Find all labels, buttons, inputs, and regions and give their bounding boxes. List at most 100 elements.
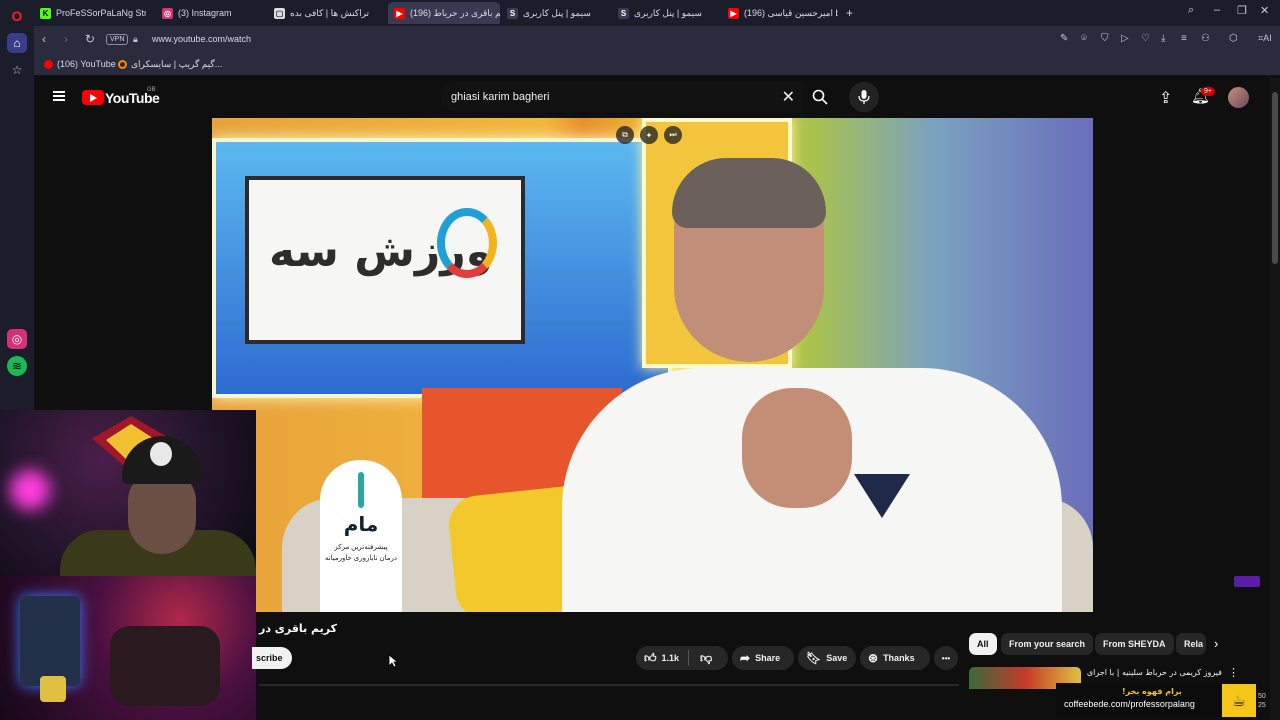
download-icon[interactable]: ⤓ bbox=[1161, 33, 1165, 44]
save-button[interactable]: 🔖︎ Save bbox=[798, 646, 856, 670]
search-button[interactable] bbox=[803, 82, 837, 112]
hamburger-menu-icon[interactable] bbox=[53, 91, 65, 101]
clock-line: 25 bbox=[1258, 702, 1266, 709]
back-icon[interactable]: ‹ bbox=[42, 32, 46, 46]
star-icon[interactable]: ☆ bbox=[7, 60, 27, 80]
spotify-icon[interactable]: ≋ bbox=[7, 356, 27, 376]
coffee-cup-icon: ☕︎ bbox=[1222, 684, 1256, 717]
profile-icon[interactable]: ⚇ bbox=[1201, 33, 1210, 44]
chip-from-your-search[interactable]: From your search bbox=[1001, 633, 1094, 655]
chevron-right-icon[interactable]: › bbox=[1214, 636, 1218, 651]
close-icon[interactable]: ✕ bbox=[1260, 4, 1269, 17]
reload-icon[interactable]: ↻ bbox=[85, 32, 95, 46]
thumbs-down-icon[interactable]: 👎︎ bbox=[700, 651, 712, 666]
miniplayer-icon[interactable]: ⧉ bbox=[616, 126, 634, 144]
sponsor-subtitle-line2: درمان ناباروری خاورمیانه bbox=[324, 555, 398, 562]
opera-logo-icon[interactable]: O bbox=[7, 6, 27, 26]
tab-label: سیمو | پنل کاربری bbox=[634, 7, 702, 18]
forward-icon[interactable]: › bbox=[64, 32, 68, 46]
youtube-icon bbox=[44, 59, 53, 69]
tab-simo-2[interactable]: S سیمو | پنل کاربری bbox=[612, 2, 722, 24]
menu-icon[interactable]: ≡ bbox=[1181, 33, 1187, 44]
sparkle-icon[interactable]: ✦ bbox=[640, 126, 658, 144]
tab-label: (196) امیرحسین قیاسی be bbox=[744, 7, 838, 18]
webcam-face bbox=[0, 410, 256, 576]
youtube-header: YouTube GB ghiasi karim bagheri ✕ ⇪ 🔔︎ 9… bbox=[34, 78, 1280, 118]
streamer-back bbox=[110, 626, 220, 706]
like-count[interactable]: 1.1k bbox=[662, 653, 680, 663]
chip-from-sheyda[interactable]: From SHEYDA bbox=[1095, 633, 1174, 655]
system-clock: 50 25 bbox=[1258, 692, 1266, 710]
maximize-icon[interactable]: ❐ bbox=[1237, 4, 1247, 17]
bookmark-label: (106) YouTube bbox=[57, 59, 116, 69]
scrollbar-thumb[interactable] bbox=[1272, 92, 1278, 264]
tab-bar: K ProFeSSorPaLaNg Stream ◎ (3) Instagram… bbox=[34, 0, 1280, 26]
desk-item bbox=[40, 676, 66, 702]
tab-label: (3) Instagram bbox=[178, 8, 232, 18]
webcam-room bbox=[0, 576, 256, 720]
edit-icon[interactable]: ✎ bbox=[1060, 33, 1068, 44]
shield-icon[interactable]: ⛉ bbox=[1101, 33, 1109, 44]
tab-youtube-active[interactable]: ▶ (196) کریم باقری در حرباط bbox=[388, 2, 500, 24]
super-thanks-icon: ⊛ bbox=[868, 651, 879, 665]
recommendation-title[interactable]: فیروز کریمی در حرباط سلینیه | با اجرای bbox=[1086, 668, 1222, 677]
tab-simo-1[interactable]: S سیمو | پنل کاربری bbox=[501, 2, 611, 24]
sponsor-title: مام bbox=[343, 512, 379, 536]
tab-coffeebede[interactable]: ▢ تراکنش ها | کافی بده bbox=[268, 2, 386, 24]
more-vert-icon[interactable]: ⋮ bbox=[1228, 666, 1239, 679]
minimize-icon[interactable]: – bbox=[1214, 4, 1220, 16]
monitor-glow bbox=[20, 596, 80, 686]
skip-icon[interactable]: ⏭ bbox=[664, 126, 682, 144]
thanks-label: Thanks bbox=[883, 653, 915, 663]
vpn-badge[interactable]: VPN bbox=[106, 34, 129, 45]
cube-icon[interactable]: ⬡ bbox=[1229, 33, 1238, 44]
kick-icon: K bbox=[40, 7, 51, 19]
play-icon[interactable]: ▷ bbox=[1121, 33, 1129, 44]
aria-ai-button[interactable]: ⌗AI bbox=[1258, 33, 1272, 44]
pink-light bbox=[10, 470, 50, 510]
youtube-logo-icon[interactable] bbox=[82, 90, 104, 105]
lock-icon[interactable]: 🔒︎ bbox=[133, 34, 138, 45]
tab-youtube-2[interactable]: ▶ (196) امیرحسین قیاسی be bbox=[722, 2, 838, 24]
upload-icon[interactable]: ⇪ bbox=[1159, 88, 1172, 108]
streamer-face bbox=[128, 472, 196, 554]
subscribe-button[interactable]: scribe bbox=[252, 647, 292, 669]
tab-kick[interactable]: K ProFeSSorPaLaNg Stream bbox=[34, 2, 146, 24]
thumbs-up-icon[interactable]: 👍︎ bbox=[644, 651, 657, 666]
share-button[interactable]: ➦ Share bbox=[732, 646, 794, 670]
thanks-button[interactable]: ⊛ Thanks bbox=[860, 646, 930, 670]
bookmark-icon: 🔖︎ bbox=[806, 651, 822, 665]
new-tab-button[interactable]: + bbox=[840, 2, 856, 24]
clear-search-icon[interactable]: ✕ bbox=[782, 87, 795, 107]
heart-icon[interactable]: ♡ bbox=[1141, 33, 1150, 44]
search-tabs-icon[interactable]: ⌕ bbox=[1188, 4, 1194, 17]
camera-icon[interactable]: ⌾ bbox=[1081, 33, 1087, 44]
avatar[interactable] bbox=[1228, 87, 1249, 108]
home-icon[interactable]: ⌂ bbox=[7, 33, 27, 53]
divider bbox=[688, 650, 689, 666]
video-player[interactable]: ورزش سه مام پیشرفته‌ترین مرکز درمان نابا… bbox=[212, 118, 1093, 612]
donation-url: coffeebede.com/professorpalang bbox=[1064, 699, 1195, 709]
tab-label: سیمو | پنل کاربری bbox=[523, 7, 591, 18]
varzesh-3-sign: ورزش سه bbox=[245, 176, 525, 344]
save-label: Save bbox=[826, 653, 848, 663]
microphone-icon bbox=[858, 90, 870, 104]
search-input[interactable]: ghiasi karim bagheri bbox=[451, 91, 549, 103]
skull-icon bbox=[150, 442, 172, 466]
country-code: GB bbox=[147, 87, 156, 93]
voice-search-button[interactable] bbox=[849, 82, 879, 112]
simo-icon: S bbox=[618, 7, 629, 19]
bookmark-gamegrip[interactable]: گیم گریپ | سایسکرای... bbox=[118, 59, 222, 70]
instagram-icon[interactable]: ◎ bbox=[7, 329, 27, 349]
more-actions-button[interactable]: ••• bbox=[934, 646, 958, 670]
stream-marker bbox=[1234, 576, 1260, 587]
search-box[interactable]: ghiasi karim bagheri ✕ bbox=[441, 82, 803, 112]
url-field[interactable]: www.youtube.com/watch bbox=[152, 34, 251, 44]
youtube-icon: ▶ bbox=[394, 7, 405, 19]
tab-instagram[interactable]: ◎ (3) Instagram bbox=[156, 2, 268, 24]
chip-all[interactable]: All bbox=[969, 633, 997, 655]
share-label: Share bbox=[755, 653, 781, 663]
chip-related[interactable]: Rela bbox=[1176, 633, 1206, 655]
bookmark-youtube[interactable]: (106) YouTube bbox=[44, 59, 116, 69]
search-icon bbox=[812, 89, 828, 105]
